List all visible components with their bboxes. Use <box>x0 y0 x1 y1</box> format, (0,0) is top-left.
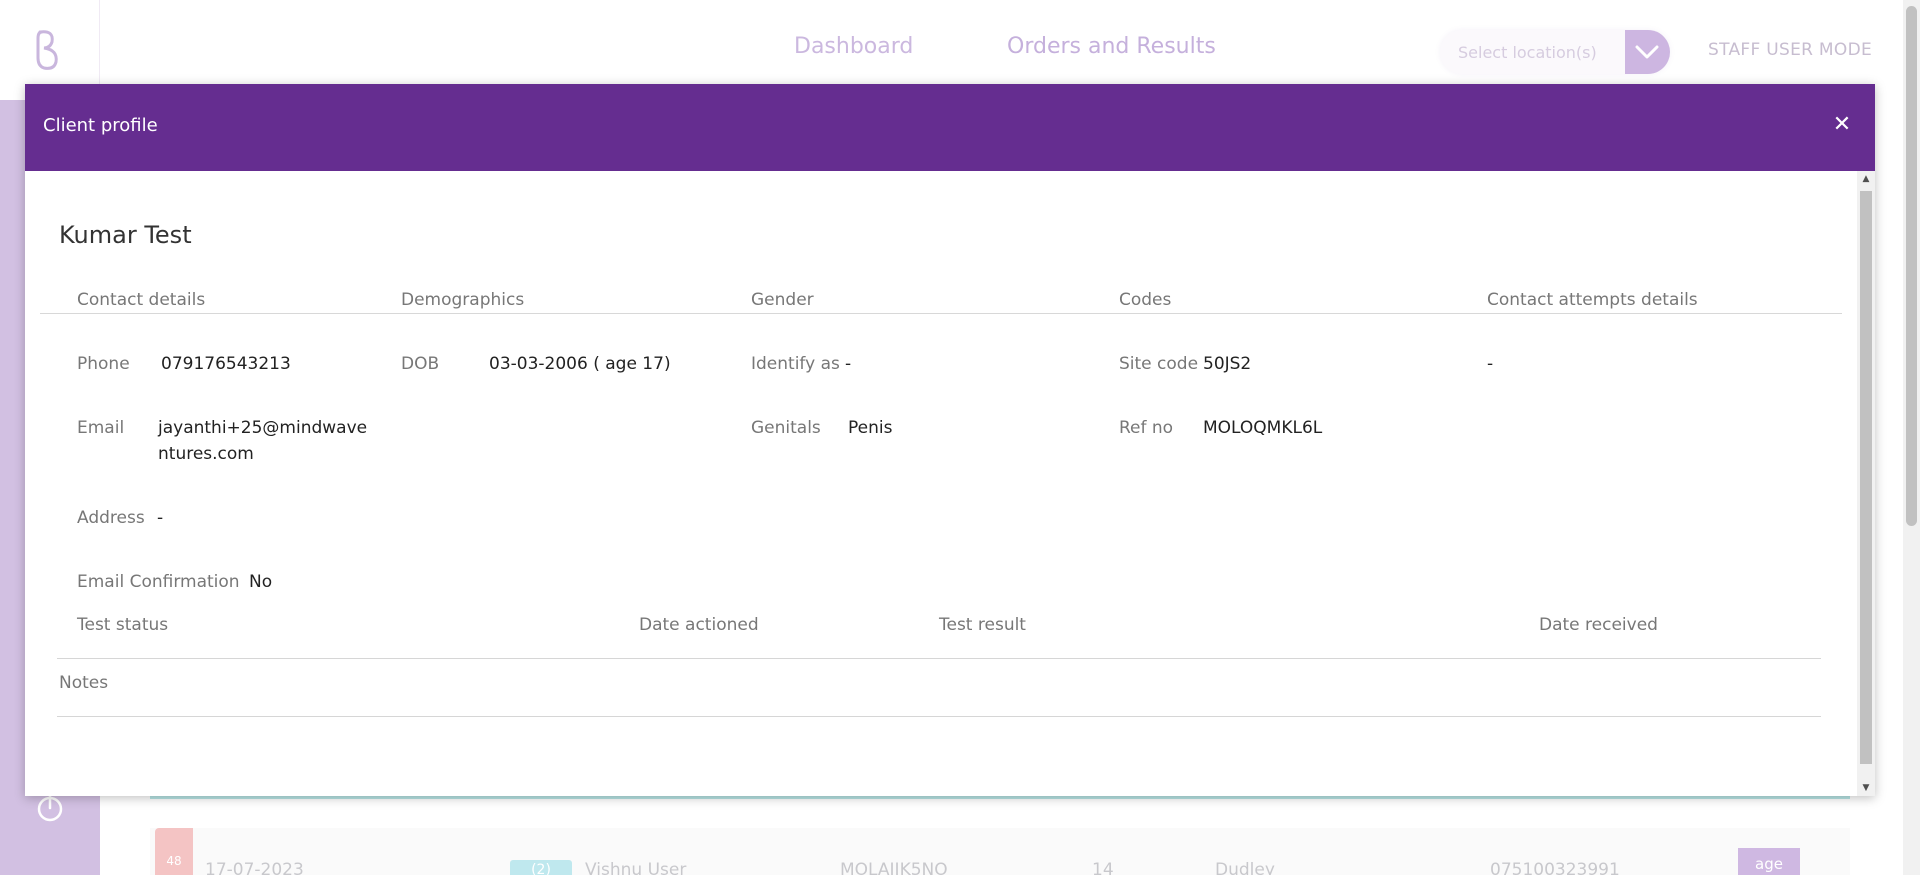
address-value: - <box>157 508 164 528</box>
location-dropdown-button[interactable] <box>1625 30 1670 74</box>
site-code-label: Site code <box>1119 354 1199 374</box>
background-row-phone: 075100323991 <box>1490 860 1620 875</box>
phone-value: 079176543213 <box>161 354 291 374</box>
background-row-chip: (2) <box>510 860 572 875</box>
email-confirmation-value: No <box>249 572 273 592</box>
section-gender: Gender <box>751 290 814 310</box>
notes-label: Notes <box>59 673 109 693</box>
email-label: Email <box>77 418 125 438</box>
column-test-status: Test status <box>77 615 169 635</box>
modal-body <box>25 171 1857 796</box>
brand-logo-icon[interactable] <box>32 28 64 72</box>
identify-as-value: - <box>845 354 852 374</box>
section-contact-details: Contact details <box>77 290 206 310</box>
section-demographics: Demographics <box>401 290 525 310</box>
genitals-label: Genitals <box>751 418 821 438</box>
ref-no-value: MOLOQMKL6L <box>1203 418 1323 438</box>
background-row-tag[interactable]: age <box>1738 848 1800 875</box>
column-test-result: Test result <box>939 615 1026 635</box>
scroll-up-arrow-icon[interactable]: ▲ <box>1857 171 1875 187</box>
identify-as-label: Identify as <box>751 354 840 374</box>
column-date-actioned: Date actioned <box>639 615 759 635</box>
site-code-value: 50JS2 <box>1203 354 1252 374</box>
email-value: jayanthi+25@mindwaventures.com <box>158 418 368 464</box>
section-contact-attempts: Contact attempts details <box>1487 290 1698 310</box>
chevron-down-icon <box>1635 45 1659 59</box>
ref-no-label: Ref no <box>1119 418 1174 438</box>
staff-user-mode-label: STAFF USER MODE <box>1708 40 1873 60</box>
genitals-value: Penis <box>848 418 893 438</box>
nav-orders-and-results[interactable]: Orders and Results <box>1007 34 1216 59</box>
section-divider <box>40 313 1842 314</box>
dob-label: DOB <box>401 354 440 374</box>
address-label: Address <box>77 508 145 528</box>
background-row-badge: 48 <box>155 828 193 875</box>
table-divider <box>57 658 1821 659</box>
power-icon[interactable] <box>35 793 65 823</box>
close-icon: ✕ <box>1832 112 1852 137</box>
client-name: Kumar Test <box>59 221 192 249</box>
notes-divider <box>57 716 1821 717</box>
dob-value: 03-03-2006 ( age 17) <box>489 354 671 374</box>
column-date-received: Date received <box>1539 615 1658 635</box>
close-button[interactable]: ✕ <box>1827 110 1857 140</box>
section-codes: Codes <box>1119 290 1172 310</box>
modal-scrollbar-thumb[interactable] <box>1860 191 1872 764</box>
page-scrollbar[interactable] <box>1903 0 1920 875</box>
modal-title: Client profile <box>43 115 158 136</box>
background-row-count: 14 <box>1092 860 1114 875</box>
nav-dashboard[interactable]: Dashboard <box>794 34 913 59</box>
background-row-user: Vishnu User <box>585 860 687 875</box>
background-row-place: Dudley <box>1215 860 1275 875</box>
modal-header: Client profile ✕ <box>25 84 1875 171</box>
phone-label: Phone <box>77 354 130 374</box>
location-placeholder: Select location(s) <box>1458 43 1597 62</box>
page-scrollbar-thumb[interactable] <box>1906 6 1917 526</box>
background-row-date: 17-07-2023 <box>205 860 304 875</box>
background-row-ref: MOLAIIK5NO <box>840 860 948 875</box>
client-profile-modal: Client profile ✕ ▲ ▼ Kumar Test Contact … <box>25 84 1875 796</box>
email-confirmation-label: Email Confirmation <box>77 572 240 592</box>
modal-scrollbar[interactable]: ▲ ▼ <box>1857 171 1875 796</box>
contact-attempts-value: - <box>1487 354 1494 374</box>
scroll-down-arrow-icon[interactable]: ▼ <box>1857 780 1875 796</box>
background-divider <box>150 796 1850 799</box>
